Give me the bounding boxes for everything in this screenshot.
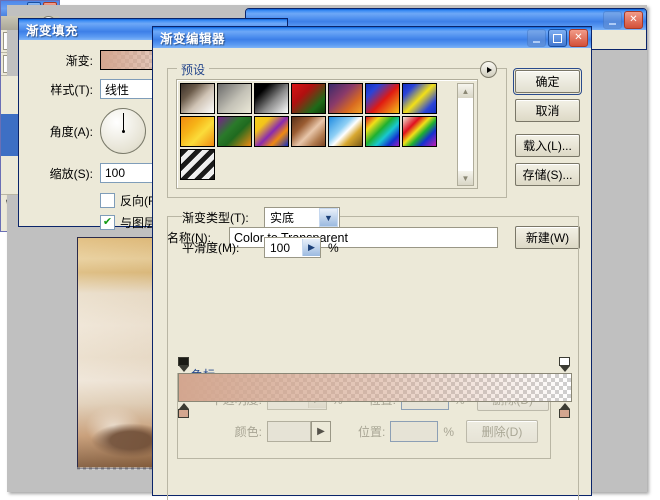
load-button[interactable]: 载入(L)... bbox=[515, 134, 580, 157]
color-stop-right[interactable] bbox=[559, 403, 570, 418]
opacity-stop-right[interactable] bbox=[559, 357, 570, 372]
location-label-2: 位置: bbox=[358, 425, 386, 439]
align-with-layer-checkbox[interactable]: ✔ bbox=[100, 215, 115, 230]
gradient-type-value: 实底 bbox=[270, 211, 295, 225]
preset-swatch-foreground-to-transparent[interactable] bbox=[217, 83, 252, 114]
preset-swatch-black-white[interactable] bbox=[254, 83, 289, 114]
gradient-type-select[interactable]: 实底 ▼ bbox=[264, 207, 340, 228]
scale-label: 缩放(S): bbox=[49, 166, 93, 181]
style-value: 线性 bbox=[105, 82, 130, 97]
smoothness-percent: % bbox=[328, 240, 339, 255]
gradient-editor-title: 渐变编辑器 bbox=[160, 32, 226, 46]
selection-marching-ants bbox=[77, 467, 163, 470]
preset-swatch-violet-green-orange[interactable] bbox=[217, 116, 252, 147]
preset-swatch-transparent-stripes[interactable] bbox=[180, 149, 215, 180]
presets-group-label: 预设 bbox=[177, 61, 210, 78]
angle-hub bbox=[121, 129, 125, 133]
angle-label: 角度(A): bbox=[49, 124, 93, 139]
gradient-label: 渐变: bbox=[65, 53, 93, 68]
location-percent-2: % bbox=[443, 424, 455, 439]
color-label: 颜色: bbox=[234, 425, 262, 439]
color-swatch-input bbox=[267, 421, 311, 442]
ok-button[interactable]: 确定 bbox=[513, 68, 582, 95]
preset-swatch-copper[interactable] bbox=[291, 116, 326, 147]
location-input-2 bbox=[390, 421, 439, 442]
cancel-button[interactable]: 取消 bbox=[515, 99, 580, 122]
gradient-type-group: 渐变类型(T): 实底 ▼ 平滑度(M): 100 ▶ % 色 bbox=[167, 207, 579, 500]
scale-value: 100 bbox=[105, 166, 126, 180]
preset-swatch-red-green[interactable] bbox=[291, 83, 326, 114]
presets-flyout-menu-icon[interactable] bbox=[480, 61, 497, 78]
preset-swatch-transparent-rainbow[interactable] bbox=[402, 116, 437, 147]
smoothness-input[interactable]: 100 ▶ bbox=[264, 237, 321, 258]
angle-dial[interactable] bbox=[100, 108, 146, 154]
preset-swatch-orange-yellow-orange[interactable] bbox=[180, 116, 215, 147]
save-button[interactable]: 存储(S)... bbox=[515, 163, 580, 186]
angle-needle bbox=[123, 113, 124, 131]
color-stop-left[interactable] bbox=[178, 403, 189, 418]
close-icon[interactable]: ✕ bbox=[569, 29, 588, 47]
preset-swatch-foreground-to-background[interactable] bbox=[180, 83, 215, 114]
chevron-right-icon[interactable]: ▶ bbox=[302, 239, 320, 256]
preset-swatch-violet-orange[interactable] bbox=[328, 83, 363, 114]
chevron-down-icon[interactable]: ▼ bbox=[319, 208, 338, 227]
style-label: 样式(T): bbox=[50, 82, 93, 97]
screenshot-root: ✕ _ ✕ ▶ ▶ ▲ ▼ 🗑 bbox=[0, 0, 660, 500]
preset-swatch-blue-yellow-blue[interactable] bbox=[402, 83, 437, 114]
preset-swatch-yellow-violet-orange-blue[interactable] bbox=[254, 116, 289, 147]
presets-scrollbar[interactable]: ▲ ▼ bbox=[457, 83, 474, 186]
presets-group: 预设 ▲ ▼ bbox=[167, 61, 507, 198]
preset-swatch-blue-red-yellow[interactable] bbox=[365, 83, 400, 114]
canvas-photo-thumbnail bbox=[77, 237, 164, 469]
photo-shading bbox=[78, 238, 163, 468]
gradient-type-label: 渐变类型(T): bbox=[182, 209, 264, 226]
smoothness-label: 平滑度(M): bbox=[182, 241, 240, 255]
delete-stop-button-2: 删除(D) bbox=[466, 420, 539, 443]
gradient-type-row: 渐变类型(T): 实底 ▼ bbox=[182, 207, 340, 228]
minimize-icon[interactable] bbox=[527, 29, 546, 47]
preset-swatch-spectrum[interactable] bbox=[365, 116, 400, 147]
minimize-icon[interactable] bbox=[603, 11, 622, 29]
scroll-up-icon[interactable]: ▲ bbox=[458, 84, 473, 98]
smoothness-row: 平滑度(M): 100 ▶ % bbox=[182, 237, 339, 258]
gradient-editor-body: 预设 ▲ ▼ 确定 取消 载入(L)... 存储(S)... 新建(W) 名称(… bbox=[153, 48, 591, 500]
color-row: 颜色: ▶ 位置: % 删除(D) bbox=[200, 420, 539, 443]
background-window-title-buttons[interactable]: ✕ bbox=[603, 11, 643, 29]
scroll-down-icon[interactable]: ▼ bbox=[458, 171, 473, 185]
presets-swatch-list[interactable] bbox=[180, 83, 468, 182]
preset-swatch-chrome[interactable] bbox=[328, 116, 363, 147]
maximize-icon[interactable] bbox=[548, 29, 567, 47]
reverse-checkbox[interactable] bbox=[100, 193, 115, 208]
gradient-fill-title: 渐变填充 bbox=[26, 24, 79, 38]
gradient-editor-titlebar[interactable]: 渐变编辑器 ✕ bbox=[153, 27, 591, 48]
close-icon[interactable]: ✕ bbox=[624, 11, 643, 29]
opacity-stop-left[interactable] bbox=[178, 357, 189, 372]
smoothness-value: 100 bbox=[270, 240, 291, 255]
presets-swatch-panel[interactable]: ▲ ▼ bbox=[176, 79, 478, 189]
gradient-editor-title-buttons[interactable]: ✕ bbox=[527, 29, 588, 47]
gradient-editor-dialog[interactable]: 渐变编辑器 ✕ 预设 ▲ ▼ 确定 取消 载入(L)... 存储(S)... 新… bbox=[152, 26, 592, 500]
color-picker-arrow-icon: ▶ bbox=[311, 421, 331, 442]
gradient-editing-bar[interactable] bbox=[178, 373, 572, 402]
